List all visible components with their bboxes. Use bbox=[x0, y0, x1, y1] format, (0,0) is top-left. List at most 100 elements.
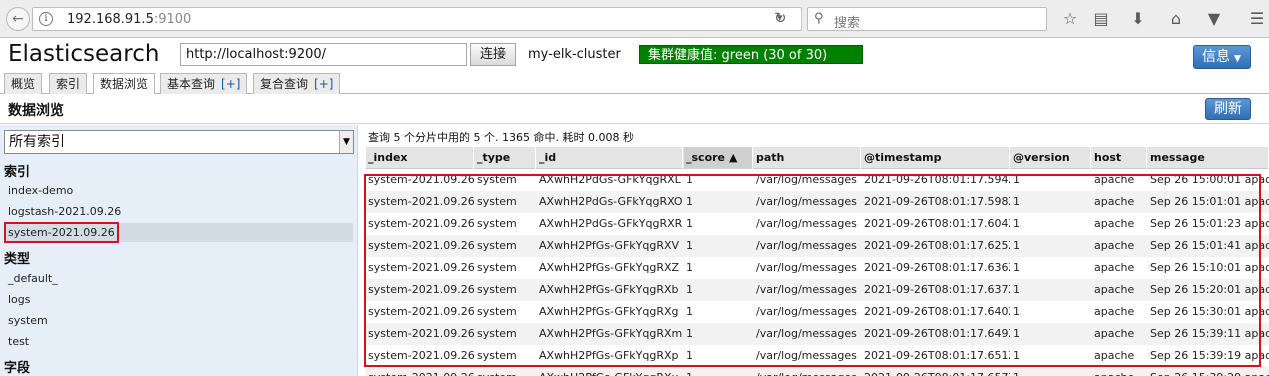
table-cell: Sep 26 15:00:01 apache bbox=[1150, 173, 1269, 186]
sidebar-item-index[interactable]: logstash-2021.09.26 bbox=[4, 202, 353, 221]
menu-hamburger-icon[interactable]: ☰ bbox=[1247, 9, 1267, 28]
column-header-path[interactable]: path bbox=[754, 147, 861, 169]
table-cell: Sep 26 15:01:23 apache bbox=[1150, 217, 1269, 230]
column-header-type[interactable]: _type bbox=[475, 147, 536, 169]
table-cell: Sep 26 15:10:01 apache bbox=[1150, 261, 1269, 274]
tab-basic-query[interactable]: 基本查询 [+] bbox=[160, 73, 248, 94]
table-cell: system-2021.09.26 bbox=[366, 367, 474, 376]
sidebar-item-type[interactable]: logs bbox=[4, 290, 353, 309]
table-cell: Sep 26 15:01:41 apache bbox=[1150, 239, 1269, 252]
column-header-host[interactable]: host bbox=[1092, 147, 1147, 169]
table-cell: 2021-09-26T08:01:17.657Z bbox=[862, 367, 1010, 376]
table-cell: apache bbox=[1094, 261, 1135, 274]
sidebar-item-index-selected[interactable]: system-2021.09.26 bbox=[4, 222, 353, 243]
table-cell: system-2021.09.26 bbox=[368, 349, 474, 362]
table-row[interactable]: system-2021.09.26systemAXwhH2PfGs-GFkYqg… bbox=[366, 279, 1269, 301]
column-header-version[interactable]: @version bbox=[1011, 147, 1091, 169]
sidebar-item-index[interactable]: index-demo bbox=[4, 181, 353, 200]
table-row[interactable]: system-2021.09.26 system AXwhH2PdGs-GFkYqg… bbox=[366, 213, 1269, 235]
table-cell: system-2021.09.26 bbox=[368, 283, 474, 296]
table-cell: 2021-09-26T08:01:17.651Z bbox=[864, 349, 1010, 362]
index-select[interactable]: 所有索引 ▼ bbox=[4, 130, 354, 154]
table-cell: 1 bbox=[1013, 283, 1020, 296]
table-cell: system bbox=[477, 349, 517, 362]
home-icon[interactable]: ⌂ bbox=[1166, 9, 1186, 28]
browser-toolbar: ← i 192.168.91.5:9100 ▾ ↻ ⚲ 搜索 ☆ ▤ ⬇ ⌂ ▼… bbox=[0, 0, 1269, 38]
column-header-label: _score bbox=[686, 151, 726, 164]
info-label: 信息 bbox=[1202, 49, 1230, 65]
table-row[interactable]: system-2021.09.26systemAXwhH2PfGs-GFkYqg… bbox=[366, 345, 1269, 367]
table-cell: 1 bbox=[686, 239, 693, 252]
column-header-index[interactable]: _index bbox=[366, 147, 474, 169]
table-row[interactable]: system-2021.09.26systemAXwhH2PfGs-GFkYqg… bbox=[366, 367, 1269, 376]
table-row[interactable]: system-2021.09.26systemAXwhH2PfGs-GFkYqg… bbox=[366, 323, 1269, 345]
back-arrow-icon[interactable]: ← bbox=[6, 7, 30, 31]
info-dropdown-button[interactable]: 信息 ▼ bbox=[1193, 45, 1251, 69]
column-header-label: @timestamp bbox=[864, 151, 942, 164]
table-row[interactable]: system-2021.09.26systemAXwhH2PfGs-GFkYqg… bbox=[366, 301, 1269, 323]
table-row[interactable]: system-2021.09.26systemAXwhH2PfGs-GFkYqg… bbox=[366, 257, 1269, 279]
address-divider bbox=[801, 11, 802, 27]
table-cell: 1 bbox=[686, 261, 693, 274]
table-cell: Sep 26 15:39:29 apache bbox=[1148, 367, 1269, 376]
reload-icon[interactable]: ↻ bbox=[774, 9, 787, 27]
table-cell: 1 bbox=[686, 327, 693, 340]
refresh-button[interactable]: 刷新 bbox=[1205, 98, 1251, 120]
table-cell: 1 bbox=[1013, 239, 1020, 252]
table-cell: Sep 26 15:01:01 apache bbox=[1150, 195, 1269, 208]
filter-sidebar: 所有索引 ▼ 索引 index-demo logstash-2021.09.26 … bbox=[0, 125, 358, 376]
column-header-timestamp[interactable]: @timestamp bbox=[862, 147, 1010, 169]
cluster-url-input[interactable]: http://localhost:9200/ bbox=[180, 43, 467, 66]
column-header-score[interactable]: _score ▲ bbox=[684, 147, 753, 169]
select-arrow-icon[interactable]: ▼ bbox=[339, 131, 353, 153]
pocket-icon[interactable]: ▼ bbox=[1204, 9, 1224, 28]
tab-label: 索引 bbox=[56, 77, 81, 91]
table-cell: Sep 26 15:39:11 apache bbox=[1150, 327, 1269, 340]
column-header-message[interactable]: message bbox=[1148, 147, 1269, 169]
cluster-name: my-elk-cluster bbox=[528, 47, 621, 62]
tab-plus: [+] bbox=[221, 77, 241, 91]
column-header-label: message bbox=[1150, 151, 1205, 164]
column-header-id[interactable]: _id bbox=[537, 147, 683, 169]
reading-list-icon[interactable]: ▤ bbox=[1091, 9, 1111, 28]
url-port: :9100 bbox=[153, 12, 192, 27]
table-cell: AXwhH2PdGs-GFkYqgRXO bbox=[539, 195, 683, 208]
sidebar-item-type[interactable]: _default_ bbox=[4, 269, 353, 288]
tab-browser[interactable]: 数据浏览 bbox=[93, 73, 156, 95]
tab-label: 概览 bbox=[11, 77, 36, 91]
download-icon[interactable]: ⬇ bbox=[1128, 9, 1148, 28]
app-title: Elasticsearch bbox=[8, 41, 160, 67]
address-bar[interactable]: i 192.168.91.5:9100 ▾ bbox=[32, 7, 802, 31]
table-cell: 1 bbox=[1013, 327, 1020, 340]
tab-compound-query[interactable]: 复合查询 [+] bbox=[253, 73, 341, 94]
table-row[interactable]: system-2021.09.26 system AXwhH2PdGs-GFkYqg… bbox=[366, 191, 1269, 213]
search-placeholder: 搜索 bbox=[834, 16, 861, 31]
address-text[interactable]: 192.168.91.5:9100 bbox=[67, 12, 191, 27]
tab-label: 数据浏览 bbox=[100, 77, 149, 91]
table-cell: system-2021.09.26 bbox=[368, 195, 474, 208]
table-cell: /var/log/messages bbox=[754, 367, 861, 376]
table-cell: /var/log/messages bbox=[756, 283, 857, 296]
section-header: 数据浏览 刷新 bbox=[0, 94, 1269, 124]
table-row[interactable]: system-2021.09.26 system AXwhH2PdGs-GFkYqg… bbox=[366, 169, 1269, 191]
table-cell: apache bbox=[1094, 305, 1135, 318]
bookmark-star-icon[interactable]: ☆ bbox=[1060, 9, 1080, 28]
table-cell: /var/log/messages bbox=[756, 173, 857, 186]
table-row[interactable]: system-2021.09.26systemAXwhH2PfGs-GFkYqg… bbox=[366, 235, 1269, 257]
site-info-icon[interactable]: i bbox=[39, 12, 53, 26]
sidebar-item-type[interactable]: system bbox=[4, 311, 353, 330]
browser-search-input[interactable]: ⚲ 搜索 bbox=[807, 7, 1047, 31]
table-cell: /var/log/messages bbox=[756, 261, 857, 274]
connect-button[interactable]: 连接 bbox=[470, 43, 516, 66]
table-cell: 2021-09-26T08:01:17.637Z bbox=[864, 283, 1010, 296]
url-host: 192.168.91.5 bbox=[67, 12, 154, 27]
table-cell: apache bbox=[1092, 367, 1147, 376]
cluster-health-badge: 集群健康值: green (30 of 30) bbox=[639, 45, 863, 64]
sidebar-item-type[interactable]: test bbox=[4, 332, 353, 351]
tab-overview[interactable]: 概览 bbox=[4, 73, 43, 94]
tab-indices[interactable]: 索引 bbox=[49, 73, 88, 94]
table-cell: 2021-09-26T08:01:17.649Z bbox=[864, 327, 1010, 340]
column-header-label: path bbox=[756, 151, 785, 164]
table-cell: system-2021.09.26 bbox=[368, 261, 474, 274]
table-cell: apache bbox=[1094, 239, 1135, 252]
